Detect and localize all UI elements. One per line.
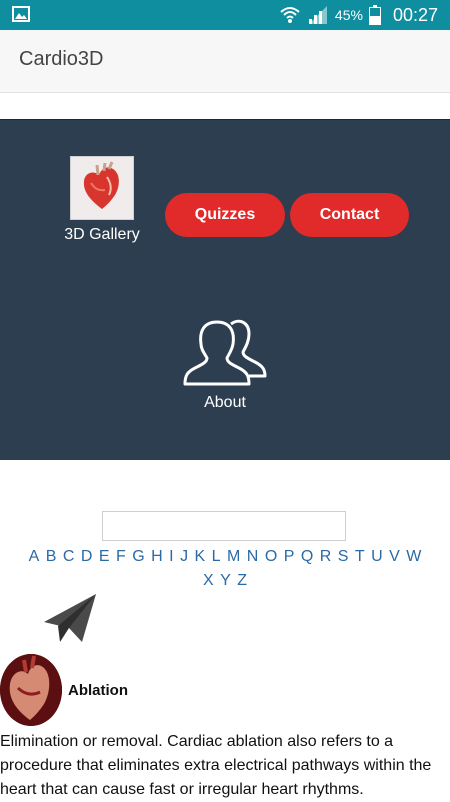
search-input[interactable] (102, 511, 346, 541)
entry-term: Ablation (68, 682, 128, 699)
alphabet-letter-j[interactable]: J (180, 548, 188, 565)
about-label: About (204, 394, 246, 411)
alphabet-letter-z[interactable]: Z (237, 572, 247, 589)
menu-panel: 3D Gallery Quizzes Contact About (0, 119, 450, 460)
alphabet-letter-q[interactable]: Q (301, 548, 313, 565)
gallery-label: 3D Gallery (64, 226, 140, 243)
alphabet-letter-d[interactable]: D (81, 548, 93, 565)
alphabet-letter-f[interactable]: F (116, 548, 126, 565)
quizzes-button[interactable]: Quizzes (165, 193, 285, 237)
alphabet-letter-y[interactable]: Y (220, 572, 231, 589)
alphabet-letter-b[interactable]: B (46, 548, 57, 565)
gallery-button[interactable]: 3D Gallery (60, 156, 144, 244)
alphabet-letter-g[interactable]: G (132, 548, 144, 565)
alphabet-letter-e[interactable]: E (99, 548, 110, 565)
battery-percent: 45% (334, 7, 363, 23)
alphabet-letter-m[interactable]: M (227, 548, 240, 565)
status-bar: 45% 00:27 (0, 0, 450, 30)
alphabet-index: A B C D E F G H I J K L M N O P Q R S T … (22, 545, 428, 593)
entry-definition: Elimination or removal. Cardiac ablation… (0, 733, 432, 798)
alphabet-letter-p[interactable]: P (284, 548, 295, 565)
alphabet-letter-h[interactable]: H (151, 548, 163, 565)
app-title: Cardio3D (19, 48, 104, 70)
alphabet-letter-c[interactable]: C (63, 548, 75, 565)
alphabet-letter-x[interactable]: X (203, 572, 214, 589)
heart-icon (0, 654, 62, 726)
alphabet-letter-k[interactable]: K (195, 548, 206, 565)
alphabet-letter-o[interactable]: O (265, 548, 277, 565)
alphabet-letter-s[interactable]: S (338, 548, 349, 565)
alphabet-letter-t[interactable]: T (355, 548, 365, 565)
entry-thumbnail (0, 654, 62, 726)
users-icon (183, 319, 267, 386)
alphabet-letter-r[interactable]: R (320, 548, 332, 565)
alphabet-letter-v[interactable]: V (389, 548, 400, 565)
alphabet-letter-l[interactable]: L (212, 548, 221, 565)
alphabet-letter-i[interactable]: I (169, 548, 173, 565)
alphabet-letter-w[interactable]: W (406, 548, 421, 565)
contact-button[interactable]: Contact (290, 193, 409, 237)
gallery-icon (12, 6, 30, 22)
alphabet-letter-n[interactable]: N (247, 548, 259, 565)
alphabet-letter-a[interactable]: A (29, 548, 40, 565)
app-bar: Cardio3D (0, 30, 450, 93)
send-icon[interactable] (42, 592, 98, 644)
alphabet-letter-u[interactable]: U (371, 548, 383, 565)
battery-icon (368, 5, 381, 25)
clock: 00:27 (392, 4, 438, 25)
signal-icon (308, 6, 327, 24)
heart-thumbnail-icon (70, 156, 134, 220)
wifi-icon (280, 7, 300, 23)
about-button[interactable]: About (175, 318, 275, 412)
